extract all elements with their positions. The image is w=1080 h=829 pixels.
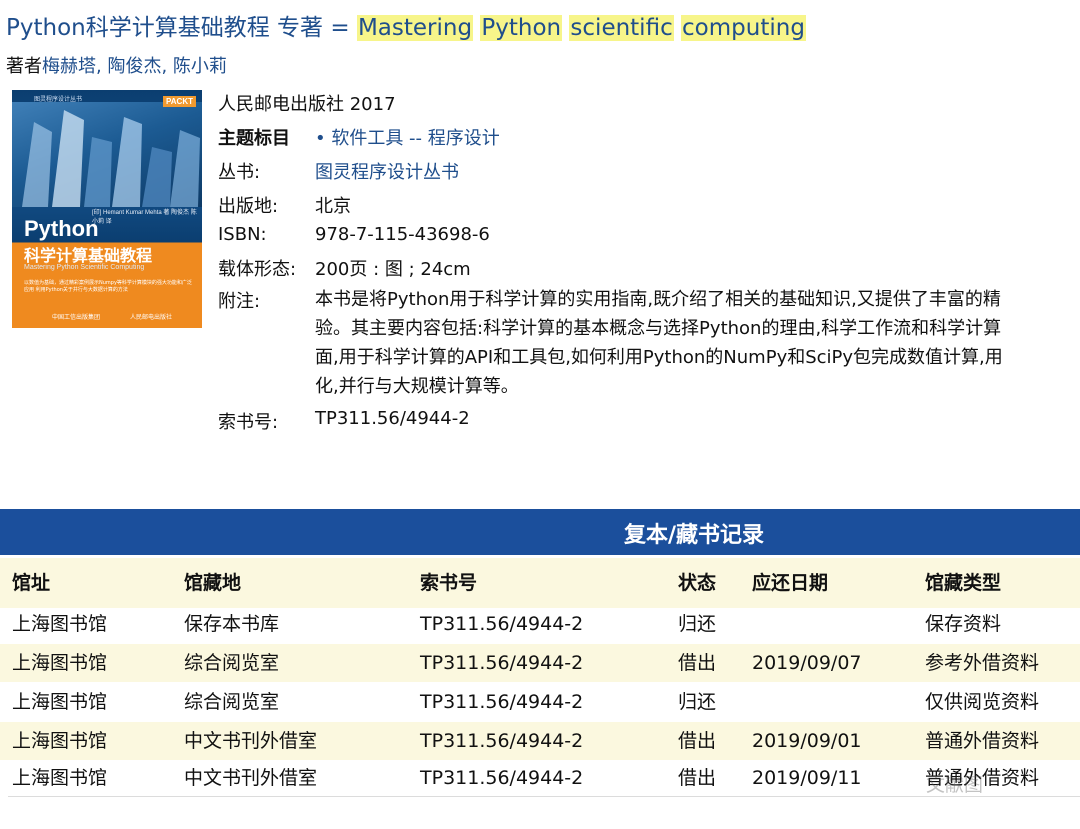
cell-status: 借出 (678, 767, 717, 789)
cell-callno: TP311.56/4944-2 (420, 613, 584, 635)
title-en-word-1: Mastering (356, 15, 474, 41)
title-en-word-3: scientific (569, 15, 674, 41)
publisher-row: 人民邮电出版社 2017 (218, 90, 396, 116)
table-row: 上海图书馆 中文书刊外借室 TP311.56/4944-2 借出 2019/09… (0, 759, 1080, 797)
title-en-word-4: computing (681, 15, 806, 41)
cell-callno: TP311.56/4944-2 (420, 652, 584, 674)
cell-collection: 中文书刊外借室 (184, 730, 318, 752)
cell-location: 上海图书馆 (12, 767, 108, 789)
column-header-due-date: 应还日期 (752, 572, 829, 594)
note-line: 化,并行与大规模计算等。 (315, 376, 519, 397)
cell-collection: 中文书刊外借室 (184, 767, 318, 789)
cover-title: Python (24, 216, 99, 241)
place-value: 北京 (315, 196, 351, 217)
holdings-header-bar: 复本/藏书记录 (0, 509, 1080, 555)
cell-status: 借出 (678, 652, 717, 674)
cell-location: 上海图书馆 (12, 730, 108, 752)
table-row: 上海图书馆 保存本书库 TP311.56/4944-2 归还 保存资料 (0, 605, 1080, 643)
cell-status: 归还 (678, 613, 717, 635)
cell-location: 上海图书馆 (12, 613, 108, 635)
note-line: 面,用于科学计算的API和工具包,如何利用Python的NumPy和SciPy包… (315, 347, 1003, 368)
column-header-callno: 索书号 (420, 572, 478, 594)
cover-subtitle-cn: 科学计算基础教程 (24, 246, 153, 265)
book-cover-image: 图灵程序设计丛书 PACKT [印] Hemant Kumar Mehta 著 … (12, 90, 202, 328)
record-title: Python科学计算基础教程 专著 = Mastering Python sci… (6, 8, 806, 42)
cell-due-date: 2019/09/07 (752, 652, 862, 674)
table-row: 上海图书馆 中文书刊外借室 TP311.56/4944-2 借出 2019/09… (0, 722, 1080, 760)
cover-author-line: [印] Hemant Kumar Mehta 著 陶俊杰 陈小莉 译 (92, 210, 197, 225)
author-label: 著者 (6, 56, 42, 77)
table-row: 上海图书馆 综合阅览室 TP311.56/4944-2 归还 仅供阅览资料 (0, 683, 1080, 721)
title-cn: Python科学计算基础教程 专著 = (6, 15, 357, 41)
cell-due-date: 2019/09/01 (752, 730, 862, 752)
note-line: 验。其主要内容包括:科学计算的基本概念与选择Python的理由,科学工作流和科学… (315, 318, 1002, 339)
cell-collection: 综合阅览室 (184, 652, 280, 674)
cell-collection: 保存本书库 (184, 613, 280, 635)
callno-value: TP311.56/4944-2 (315, 408, 470, 429)
cover-publisher-left: 中国工信出版集团 (52, 314, 101, 321)
cell-status: 归还 (678, 691, 717, 713)
author-links[interactable]: 梅赫塔, 陶俊杰, 陈小莉 (42, 56, 227, 77)
note-line: 本书是将Python用于科学计算的实用指南,既介绍了相关的基础知识,又提供了丰富… (315, 289, 1001, 310)
isbn-value: 978-7-115-43698-6 (315, 224, 490, 245)
watermark-logo: 文献图 (926, 774, 984, 796)
cell-status: 借出 (678, 730, 717, 752)
cover-cityscape (12, 102, 202, 207)
title-en-word-2: Python (480, 15, 563, 41)
author-line: 著者梅赫塔, 陶俊杰, 陈小莉 (6, 52, 227, 78)
series-link[interactable]: 图灵程序设计丛书 (315, 158, 459, 184)
cell-callno: TP311.56/4944-2 (420, 691, 584, 713)
callno-label: 索书号: (218, 412, 279, 433)
column-header-location: 馆址 (12, 572, 51, 594)
note-label: 附注: (218, 291, 261, 312)
isbn-label: ISBN: (218, 224, 267, 245)
cover-series: 图灵程序设计丛书 (34, 97, 83, 103)
series-label: 丛书: (218, 162, 261, 183)
cell-collection: 综合阅览室 (184, 691, 280, 713)
column-header-collection: 馆藏地 (184, 572, 242, 594)
cover-publisher-mark: PACKT (163, 96, 196, 107)
place-label: 出版地: (218, 196, 279, 217)
cell-type: 保存资料 (925, 613, 1002, 635)
cover-publisher-right: 人民邮电出版社 (130, 314, 173, 321)
cell-location: 上海图书馆 (12, 652, 108, 674)
subject-link[interactable]: • 软件工具 -- 程序设计 (315, 124, 500, 150)
table-header-row: 馆址 馆藏地 索书号 状态 应还日期 馆藏类型 (0, 558, 1080, 608)
cell-due-date: 2019/09/11 (752, 767, 862, 789)
cell-type: 普通外借资料 (925, 730, 1040, 752)
holdings-title: 复本/藏书记录 (624, 523, 765, 548)
cell-type: 仅供阅览资料 (925, 691, 1040, 713)
cell-callno: TP311.56/4944-2 (420, 767, 584, 789)
cell-callno: TP311.56/4944-2 (420, 730, 584, 752)
cell-type: 参考外借资料 (925, 652, 1040, 674)
table-bottom-divider (8, 796, 1080, 797)
format-label: 载体形态: (218, 259, 297, 280)
cover-subtitle-en: Mastering Python Scientific Computing (24, 264, 145, 271)
table-row: 上海图书馆 综合阅览室 TP311.56/4944-2 借出 2019/09/0… (0, 644, 1080, 682)
column-header-type: 馆藏类型 (925, 572, 1002, 594)
column-header-status: 状态 (678, 572, 717, 594)
note-text: 本书是将Python用于科学计算的实用指南,既介绍了相关的基础知识,又提供了丰富… (315, 285, 1080, 401)
format-value: 200页 : 图 ; 24cm (315, 259, 471, 280)
cover-blurb: 以数值为基础，通过精彩案例展示Numpy等科学计算模块的强大功能和广泛应用 利用… (24, 280, 192, 293)
cell-location: 上海图书馆 (12, 691, 108, 713)
publisher-value: 人民邮电出版社 2017 (218, 94, 396, 115)
subject-label: 主题标目 (218, 128, 290, 149)
